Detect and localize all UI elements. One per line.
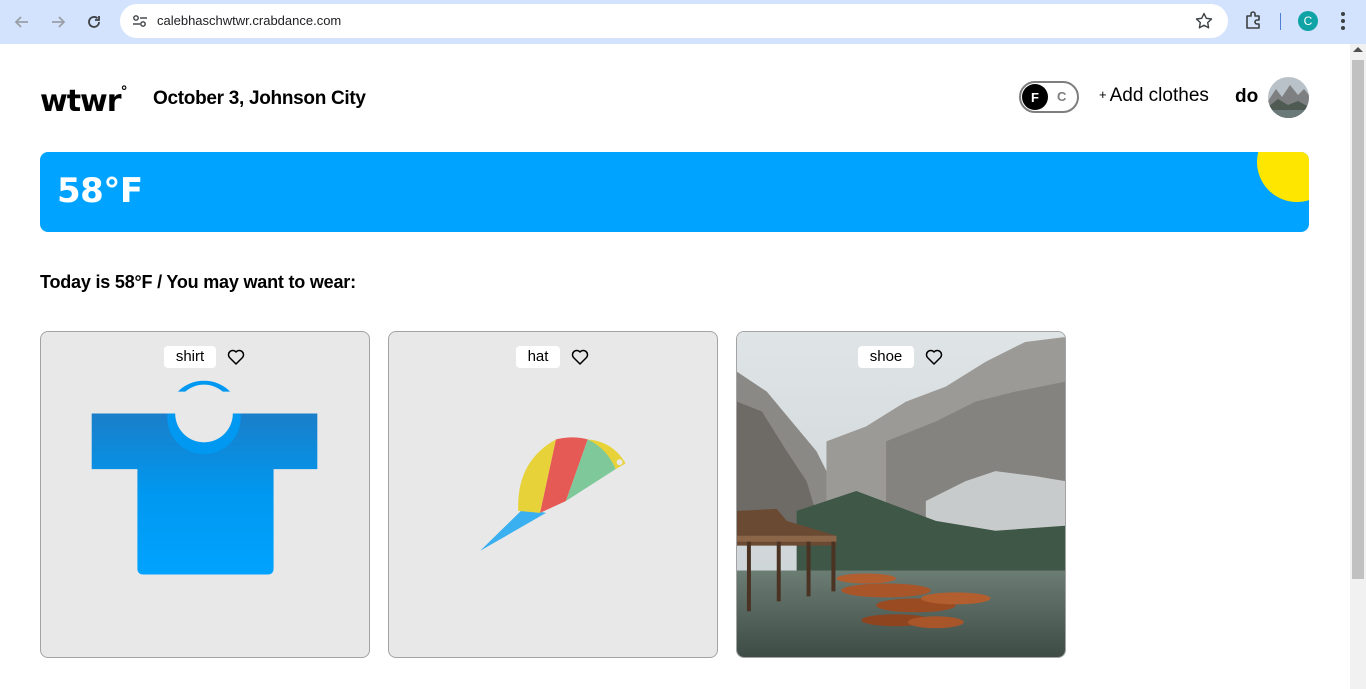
item-card-shirt[interactable]: shirt bbox=[40, 331, 370, 658]
card-header: hat bbox=[389, 346, 717, 368]
tune-icon bbox=[133, 15, 147, 27]
logo-degree-mark: ° bbox=[120, 84, 128, 100]
user-name[interactable]: do bbox=[1235, 86, 1258, 108]
sun-icon bbox=[1257, 152, 1309, 202]
extensions-button[interactable] bbox=[1243, 10, 1265, 32]
weather-temperature: 58°F bbox=[57, 171, 143, 211]
star-icon bbox=[1195, 12, 1213, 29]
dot-icon bbox=[1341, 26, 1345, 31]
add-clothes-label: Add clothes bbox=[1109, 85, 1209, 106]
unit-c-label: C bbox=[1057, 89, 1067, 104]
heart-icon bbox=[572, 349, 589, 365]
scroll-up-arrow-icon[interactable] bbox=[1353, 47, 1363, 52]
avatar-mountain-image bbox=[1268, 77, 1309, 118]
like-button[interactable] bbox=[570, 347, 590, 367]
url-text[interactable]: calebhaschwtwr.crabdance.com bbox=[157, 13, 341, 28]
like-button[interactable] bbox=[226, 347, 246, 367]
card-header: shoe bbox=[737, 346, 1065, 368]
mountain-lake-photo bbox=[737, 332, 1065, 657]
like-button[interactable] bbox=[924, 347, 944, 367]
reload-button[interactable] bbox=[81, 9, 107, 35]
arrow-left-icon bbox=[14, 16, 28, 28]
forward-button[interactable] bbox=[45, 9, 71, 35]
arrow-right-icon bbox=[52, 16, 66, 28]
site-info-button[interactable] bbox=[128, 9, 152, 33]
app-logo[interactable]: wtwr° bbox=[40, 80, 128, 119]
temperature-unit-toggle[interactable]: F C bbox=[1019, 81, 1079, 113]
item-name: shirt bbox=[163, 346, 217, 368]
card-header: shirt bbox=[41, 346, 369, 368]
unit-f-knob: F bbox=[1022, 84, 1048, 110]
item-name: hat bbox=[515, 346, 561, 368]
user-avatar[interactable] bbox=[1268, 77, 1309, 118]
item-card-shoe[interactable]: shoe bbox=[736, 331, 1066, 658]
bookmark-star-button[interactable] bbox=[1194, 11, 1214, 31]
back-button[interactable] bbox=[9, 9, 35, 35]
scrollbar-thumb[interactable] bbox=[1352, 60, 1364, 579]
toolbar-divider bbox=[1280, 13, 1281, 30]
weather-card: 58°F bbox=[40, 152, 1309, 232]
item-card-hat[interactable]: hat bbox=[388, 331, 718, 658]
recommendation-text: Today is 58°F / You may want to wear: bbox=[40, 272, 356, 292]
heart-icon bbox=[227, 349, 245, 365]
dot-icon bbox=[1341, 11, 1345, 16]
date-location: October 3, Johnson City bbox=[153, 88, 366, 109]
logo-text: wtwr bbox=[40, 84, 122, 119]
shirt-illustration-icon bbox=[91, 380, 318, 575]
profile-avatar-button[interactable]: C bbox=[1298, 11, 1318, 31]
add-plus-sign: + bbox=[1099, 87, 1107, 102]
dot-icon bbox=[1341, 18, 1345, 23]
puzzle-icon bbox=[1246, 11, 1260, 29]
cap-illustration-icon bbox=[480, 437, 626, 551]
browser-toolbar: calebhaschwtwr.crabdance.com C bbox=[0, 0, 1366, 44]
heart-icon bbox=[926, 349, 943, 365]
item-name: shoe bbox=[857, 346, 915, 368]
add-clothes-button[interactable]: + Add clothes bbox=[1099, 85, 1209, 107]
reload-icon bbox=[88, 16, 100, 28]
browser-menu-button[interactable] bbox=[1335, 10, 1351, 32]
address-bar[interactable]: calebhaschwtwr.crabdance.com bbox=[120, 4, 1228, 38]
